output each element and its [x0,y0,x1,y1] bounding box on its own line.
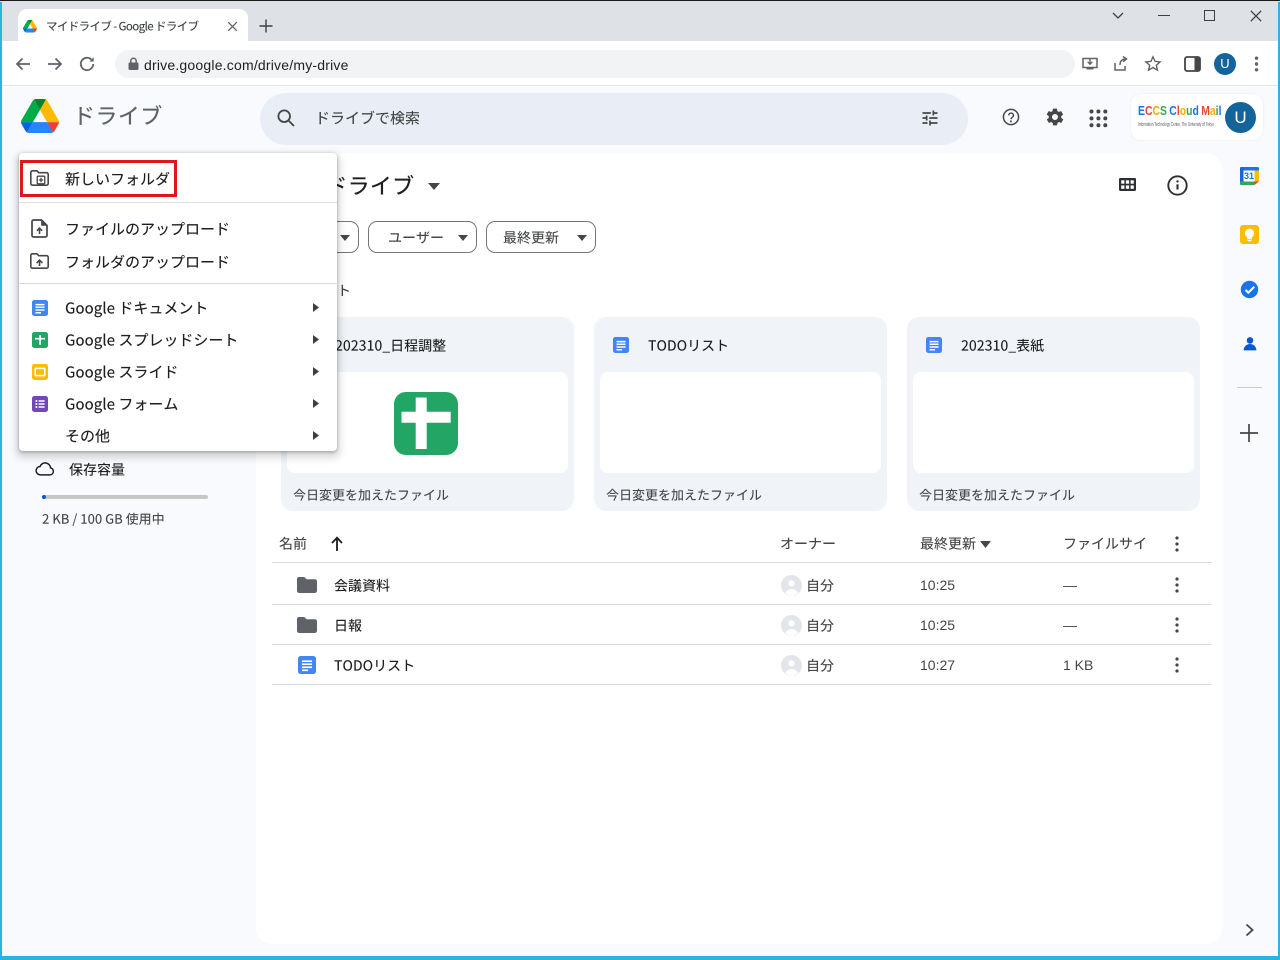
svg-text:31: 31 [1244,171,1254,181]
